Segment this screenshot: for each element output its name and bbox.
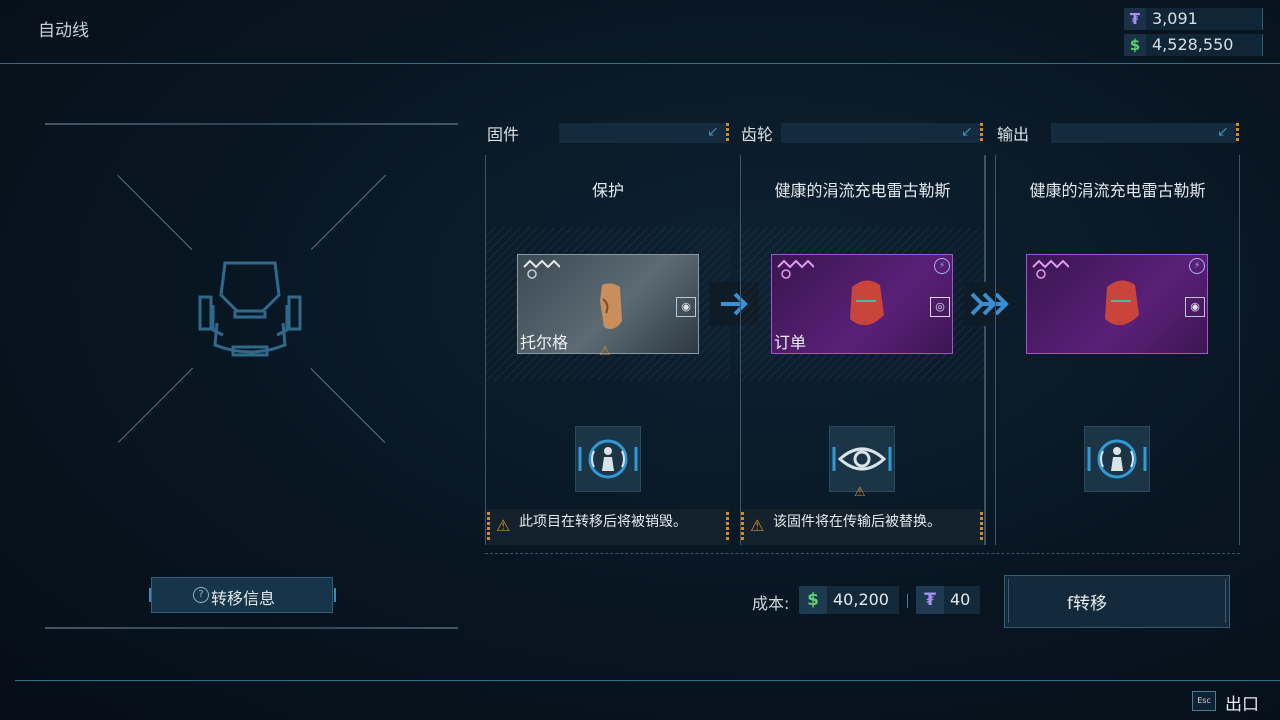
esc-key-icon: Esc bbox=[1192, 691, 1216, 711]
warning-small-icon: ⚠ bbox=[599, 344, 611, 359]
slot-header-label: 固件 bbox=[487, 125, 520, 144]
collapse-icon: ↙ bbox=[707, 124, 719, 140]
transfer-info-button[interactable]: ? 转移信息 bbox=[149, 577, 336, 613]
warning-small-icon: ⚠ bbox=[854, 485, 866, 500]
transfer-button-label: f转移 bbox=[1067, 594, 1107, 614]
money-currency-icon: $ bbox=[1124, 34, 1146, 56]
cost-money-value: 40,200 bbox=[833, 590, 889, 609]
help-icon: ? bbox=[193, 587, 209, 603]
torso-mannequin-icon bbox=[600, 283, 622, 329]
firmware-item-card[interactable]: ◉ 托尔格 bbox=[517, 254, 699, 354]
eye-small-icon: ◎ bbox=[930, 297, 950, 317]
header-divider bbox=[0, 63, 1280, 64]
rarity-badge-icon bbox=[777, 259, 814, 279]
gear-slot[interactable]: 健康的涓流充电雷古勒斯 ⚡ ◎ 订单 ⚠ bbox=[740, 155, 986, 545]
slot-header-label: 输出 bbox=[997, 125, 1030, 144]
money-balance: $ 4,528,550 bbox=[1124, 34, 1263, 56]
cost-tokens-value: 40 bbox=[950, 590, 971, 609]
slots-divider bbox=[485, 553, 1240, 555]
token-balance-value: 3,091 bbox=[1152, 9, 1198, 28]
rarity-badge-icon bbox=[523, 259, 560, 279]
slot-item-name: 健康的涓流充电雷古勒斯 bbox=[1029, 181, 1206, 200]
chassis-icon bbox=[198, 261, 302, 357]
cost-money: $ 40,200 bbox=[799, 586, 899, 614]
collapse-icon: ↙ bbox=[961, 124, 973, 140]
warning-text: 此项目在转移后将被销毁。 bbox=[519, 514, 687, 530]
token-currency-icon: ₮ bbox=[1124, 8, 1146, 30]
warning-icon: ⚠ bbox=[496, 516, 511, 535]
helmet-icon bbox=[1105, 280, 1139, 326]
footer-divider bbox=[15, 680, 1280, 681]
transfer-info-label: 转移信息 bbox=[211, 589, 276, 608]
empathy-small-icon: ◉ bbox=[1185, 297, 1205, 317]
lightning-icon: ⚡ bbox=[934, 258, 950, 274]
slot-header-gear: 齿轮 ↙ bbox=[739, 120, 984, 144]
empathy-icon bbox=[1084, 426, 1150, 492]
gear-item-card[interactable]: ⚡ ◎ 订单 bbox=[771, 254, 953, 354]
cost-tokens: ₮ 40 bbox=[916, 586, 980, 614]
slot-item-name: 保护 bbox=[591, 181, 624, 200]
page-title: 自动线 bbox=[38, 21, 89, 41]
collapse-icon: ↙ bbox=[1217, 124, 1229, 140]
cost-label: 成本: bbox=[752, 594, 790, 613]
slot-header-label: 齿轮 bbox=[741, 125, 774, 144]
chassis-preview-panel bbox=[45, 123, 458, 629]
slot-header-output: 输出 ↙ bbox=[995, 120, 1240, 144]
firmware-warning: ⚠ 此项目在转移后将被销毁。 bbox=[487, 509, 729, 545]
money-balance-value: 4,528,550 bbox=[1152, 35, 1234, 54]
firmware-slot[interactable]: 保护 ◉ 托尔格 ⚠ bbox=[485, 155, 730, 545]
empathy-small-icon: ◉ bbox=[676, 297, 696, 317]
slot-item-name: 健康的涓流充电雷古勒斯 bbox=[774, 181, 951, 200]
gear-warning: ⚠ 该固件将在传输后被替换。 bbox=[741, 509, 983, 545]
helmet-icon bbox=[850, 280, 884, 326]
exit-button[interactable]: 出口 bbox=[1225, 690, 1259, 715]
warning-icon: ⚠ bbox=[750, 516, 765, 535]
transfer-button[interactable]: f转移 bbox=[1004, 575, 1230, 628]
token-balance: ₮ 3,091 bbox=[1124, 8, 1263, 30]
card-label: 托尔格 bbox=[520, 333, 569, 352]
rarity-badge-icon bbox=[1032, 259, 1069, 279]
token-currency-icon: ₮ bbox=[916, 586, 944, 614]
empathy-icon bbox=[575, 426, 641, 492]
output-slot: 健康的涓流充电雷古勒斯 ⚡ ◉ bbox=[995, 155, 1240, 545]
money-currency-icon: $ bbox=[799, 586, 827, 614]
eye-icon bbox=[829, 426, 895, 492]
slot-header-firmware: 固件 ↙ bbox=[485, 120, 730, 144]
output-item-card[interactable]: ⚡ ◉ bbox=[1026, 254, 1208, 354]
warning-text: 该固件将在传输后被替换。 bbox=[773, 514, 941, 530]
lightning-icon: ⚡ bbox=[1189, 258, 1205, 274]
card-label: 订单 bbox=[774, 333, 807, 352]
